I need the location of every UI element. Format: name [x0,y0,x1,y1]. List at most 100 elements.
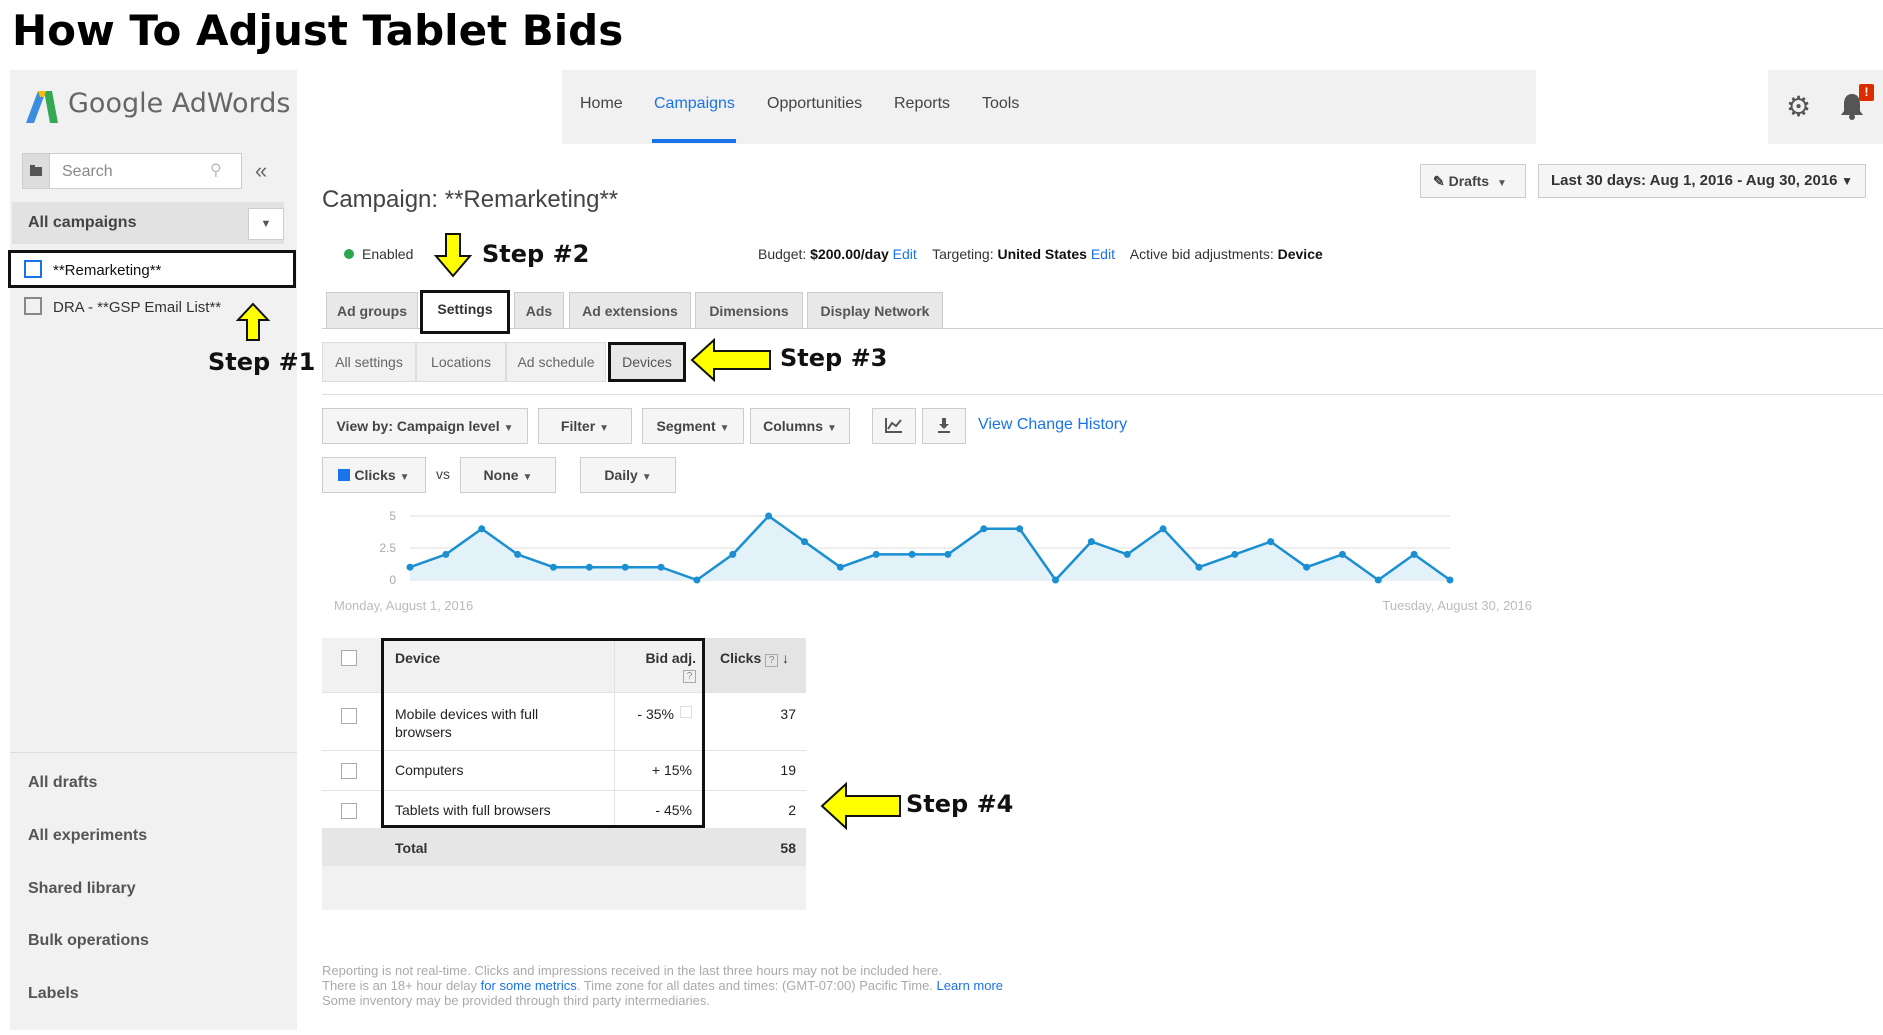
nav-home[interactable]: Home [580,95,623,113]
search-input[interactable] [22,153,242,189]
tab-ad-extensions[interactable]: Ad extensions [569,292,691,328]
device-highlight-box [381,638,705,828]
disclaimer-text: There is an 18+ hour delay [322,978,478,993]
campaign-table-icon [24,260,42,278]
select-all-checkbox[interactable] [341,650,357,666]
metric1-dropdown[interactable]: Clicks ▼ [322,457,426,493]
subtab-locations[interactable]: Locations [416,342,506,382]
data-point [693,576,701,584]
filter-label: Filter [560,418,596,434]
chart-toggle-button[interactable] [872,408,916,444]
subtab-devices[interactable]: Devices [608,342,686,382]
sidebar-bulk-operations[interactable]: Bulk operations [28,932,149,950]
help-icon[interactable]: ? [765,654,779,667]
data-point [1338,550,1346,558]
download-button[interactable] [922,408,966,444]
nav-campaigns[interactable]: Campaigns [654,95,735,113]
metrics-delay-link[interactable]: for some metrics [481,978,577,993]
data-point [1446,576,1454,584]
total-label: Total [395,840,428,856]
clicks-column-header[interactable]: Clicks ? ↓ [720,650,789,667]
columns-dropdown[interactable]: Columns ▼ [750,408,850,444]
data-point [478,525,486,533]
data-point [1410,550,1418,558]
campaign-label[interactable]: **Remarketing** [53,262,161,279]
sidebar-divider [10,752,297,753]
vs-label: vs [436,466,450,482]
data-point [872,550,880,558]
subtabs-divider [322,394,1883,395]
view-change-history-link[interactable]: View Change History [978,416,1127,434]
interval-dropdown[interactable]: Daily ▼ [580,457,676,493]
table-footer-space [322,866,806,910]
drafts-dropdown[interactable]: ✎ Drafts ▼ [1420,164,1526,198]
row-checkbox[interactable] [341,803,357,819]
status-dot-icon [344,249,354,259]
data-point [1303,563,1311,571]
y-tick-label: 2.5 [379,541,396,555]
view-by-dropdown[interactable]: View by: Campaign level ▼ [322,408,528,444]
collapse-sidebar-icon[interactable]: « [255,158,267,184]
drafts-label: Drafts [1448,173,1490,189]
all-campaigns-label[interactable]: All campaigns [28,214,136,232]
sidebar-shared-library[interactable]: Shared library [28,880,136,898]
budget-edit-link[interactable]: Edit [893,246,917,262]
data-point [944,550,952,558]
tab-ads[interactable]: Ads [514,292,564,328]
data-point [442,550,450,558]
campaign-summary: Budget: $200.00/day Edit Targeting: Unit… [758,246,1323,262]
gear-icon[interactable]: ⚙ [1786,90,1811,123]
tab-dimensions[interactable]: Dimensions [695,292,803,328]
row-checkbox[interactable] [341,763,357,779]
chevron-down-icon: ▼ [719,423,730,434]
interval-label: Daily [604,467,638,483]
nav-opportunities[interactable]: Opportunities [767,95,862,113]
budget-value: $200.00/day [810,246,889,262]
data-point [908,550,916,558]
segment-dropdown[interactable]: Segment ▼ [642,408,744,444]
folder-button[interactable] [22,153,50,189]
chevron-down-icon: ▼ [399,472,410,483]
budget-label: Budget: [758,246,807,262]
metric1-label: Clicks [354,467,396,483]
sidebar-labels[interactable]: Labels [28,985,79,1003]
y-tick-label: 0 [389,573,396,587]
step-1-label: Step #1 [208,348,316,376]
page-heading: How To Adjust Tablet Bids [12,6,624,55]
arrow-left-icon [690,338,771,382]
metric2-dropdown[interactable]: None ▼ [460,457,556,493]
sidebar-all-drafts[interactable]: All drafts [28,774,97,792]
tab-display-network[interactable]: Display Network [807,292,943,328]
line-chart-icon [885,418,902,433]
clicks-cell: 2 [788,802,796,818]
subtab-ad-schedule[interactable]: Ad schedule [506,342,606,382]
subtab-all-settings[interactable]: All settings [322,342,416,382]
campaign-label[interactable]: DRA - **GSP Email List** [53,299,221,316]
logo-text: Google AdWords [68,88,291,119]
data-point [1087,538,1095,546]
tab-settings[interactable]: Settings [420,290,510,334]
targeting-label: Targeting: [932,246,994,262]
nav-tools[interactable]: Tools [982,95,1019,113]
step-4-label: Step #4 [906,790,1014,818]
data-point [1195,563,1203,571]
row-checkbox[interactable] [341,708,357,724]
filter-dropdown[interactable]: Filter ▼ [538,408,632,444]
tab-ad-groups[interactable]: Ad groups [326,292,418,328]
columns-label: Columns [763,418,823,434]
sidebar-all-experiments[interactable]: All experiments [28,827,147,845]
targeting-edit-link[interactable]: Edit [1091,246,1115,262]
x-end-label: Tuesday, August 30, 2016 [1382,598,1532,613]
search-icon[interactable]: ⚲ [210,160,222,180]
data-point [729,550,737,558]
date-range-picker[interactable]: Last 30 days: Aug 1, 2016 - Aug 30, 2016… [1538,164,1866,198]
all-campaigns-dropdown[interactable]: ▼ [248,208,284,240]
campaign-status[interactable]: Enabled [362,246,413,262]
data-point [1052,576,1060,584]
date-range-label: Last 30 days: Aug 1, 2016 - Aug 30, 2016 [1551,172,1838,189]
data-point [621,563,629,571]
view-by-label: View by: Campaign level [336,418,500,434]
learn-more-link[interactable]: Learn more [937,978,1003,993]
nav-reports[interactable]: Reports [894,95,950,113]
clicks-chart: 0 2.5 5 Monday, August 1, 2016 Tuesday, Augu… [334,509,1532,613]
